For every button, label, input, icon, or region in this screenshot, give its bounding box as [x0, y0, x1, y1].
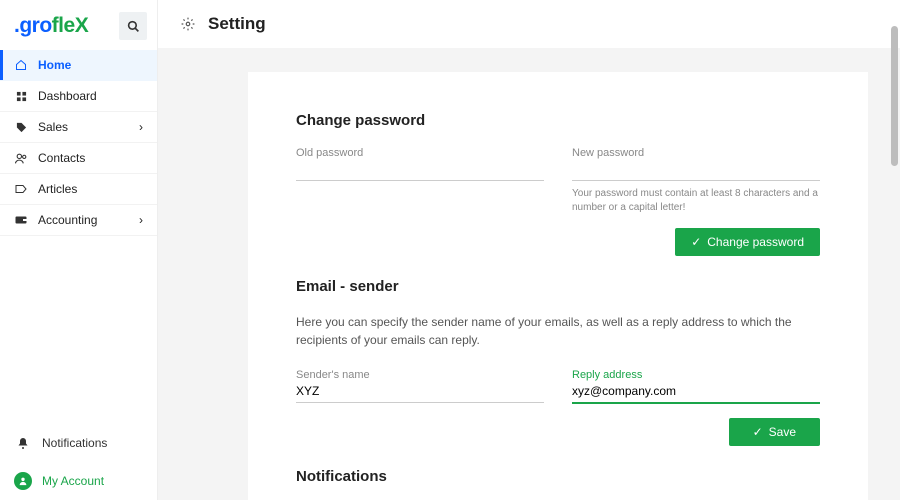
- sidebar-item-sales[interactable]: Sales ›: [0, 112, 157, 143]
- change-password-button[interactable]: ✓ Change password: [675, 228, 820, 256]
- wallet-icon: [14, 213, 28, 227]
- sidebar-item-label: Articles: [38, 182, 143, 196]
- save-button[interactable]: ✓ Save: [729, 418, 820, 446]
- section-description: Here you can specify the sender name of …: [296, 313, 820, 349]
- gear-icon: [180, 16, 196, 32]
- home-icon: [14, 58, 28, 72]
- check-icon: ✓: [753, 425, 763, 439]
- sidebar-item-label: Accounting: [38, 213, 139, 227]
- search-icon: [127, 20, 140, 33]
- nav: Home Dashboard Sales › Contacts: [0, 50, 157, 424]
- section-heading: Change password: [296, 112, 820, 129]
- sidebar-item-accounting[interactable]: Accounting ›: [0, 205, 157, 236]
- user-circle-icon: [14, 472, 32, 490]
- search-button[interactable]: [119, 12, 147, 40]
- sidebar-item-label: Sales: [38, 120, 139, 134]
- tag-icon: [14, 120, 28, 134]
- users-icon: [14, 151, 28, 165]
- sender-name-input[interactable]: [296, 381, 544, 403]
- sidebar-item-label: Contacts: [38, 151, 143, 165]
- page-title: Setting: [208, 14, 266, 34]
- chevron-right-icon: ›: [139, 120, 143, 134]
- field-label: New password: [572, 147, 820, 159]
- sidebar-item-contacts[interactable]: Contacts: [0, 143, 157, 174]
- sidebar-item-dashboard[interactable]: Dashboard: [0, 81, 157, 112]
- sidebar-item-articles[interactable]: Articles: [0, 174, 157, 205]
- section-heading: Email - sender: [296, 278, 820, 295]
- sidebar-item-label: Dashboard: [38, 89, 143, 103]
- grid-icon: [14, 89, 28, 103]
- new-password-input[interactable]: [572, 159, 820, 181]
- section-heading: Notifications: [296, 468, 820, 485]
- field-label: Sender's name: [296, 369, 544, 381]
- check-icon: ✓: [691, 235, 701, 249]
- logo: .grofleX: [14, 14, 88, 38]
- password-hint: Your password must contain at least 8 ch…: [572, 187, 820, 214]
- label-icon: [14, 182, 28, 196]
- scrollbar-thumb[interactable]: [891, 26, 898, 166]
- sidebar-item-notifications[interactable]: Notifications: [0, 424, 157, 462]
- section-password: Change password Old password New passwor…: [296, 112, 820, 256]
- section-notifications: Notifications Do you want to stop receiv…: [296, 468, 820, 500]
- sidebar-item-home[interactable]: Home: [0, 50, 157, 81]
- main: Setting Change password Old password New…: [158, 0, 900, 500]
- field-label: Old password: [296, 147, 544, 159]
- sidebar-item-label: Notifications: [42, 436, 107, 450]
- sidebar-item-label: Home: [38, 58, 143, 72]
- sidebar-item-label: My Account: [42, 474, 104, 488]
- sidebar: .grofleX Home Dashboard: [0, 0, 158, 500]
- sidebar-bottom: Notifications My Account: [0, 424, 157, 500]
- settings-card: Change password Old password New passwor…: [248, 72, 868, 500]
- field-label: Reply address: [572, 369, 820, 381]
- sidebar-item-account[interactable]: My Account: [0, 462, 157, 500]
- old-password-input[interactable]: [296, 159, 544, 181]
- section-email-sender: Email - sender Here you can specify the …: [296, 278, 820, 446]
- chevron-right-icon: ›: [139, 213, 143, 227]
- header: Setting: [158, 0, 900, 48]
- reply-address-input[interactable]: [572, 381, 820, 404]
- bell-icon: [14, 434, 32, 452]
